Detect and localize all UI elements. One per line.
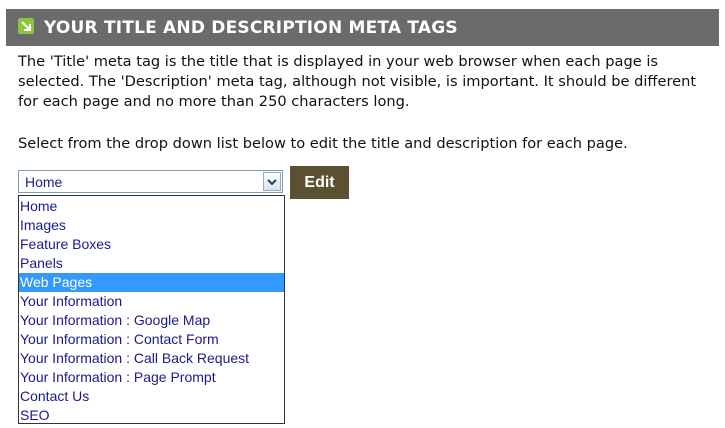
dropdown-option-contact-us[interactable]: Contact Us <box>19 387 284 406</box>
dropdown-option-contact-form[interactable]: Your Information : Contact Form <box>19 330 284 349</box>
dropdown-option-google-map[interactable]: Your Information : Google Map <box>19 311 284 330</box>
page-dropdown-list: Home Images Feature Boxes Panels Web Pag… <box>18 195 285 424</box>
dropdown-option-page-prompt[interactable]: Your Information : Page Prompt <box>19 368 284 387</box>
page-select[interactable]: Home <box>18 170 283 193</box>
chevron-down-icon[interactable] <box>263 172 281 191</box>
dropdown-option-images[interactable]: Images <box>19 216 284 235</box>
instructions-text: Select from the drop down list below to … <box>18 135 628 152</box>
dropdown-option-seo[interactable]: SEO <box>19 406 284 425</box>
page-select-value: Home <box>25 174 63 190</box>
dropdown-option-web-pages[interactable]: Web Pages <box>19 273 284 292</box>
section-header: YOUR TITLE AND DESCRIPTION META TAGS <box>6 9 719 46</box>
page-title: YOUR TITLE AND DESCRIPTION META TAGS <box>44 17 458 38</box>
green-arrow-icon <box>18 17 34 34</box>
dropdown-option-your-information[interactable]: Your Information <box>19 292 284 311</box>
dropdown-option-call-back-request[interactable]: Your Information : Call Back Request <box>19 349 284 368</box>
dropdown-option-feature-boxes[interactable]: Feature Boxes <box>19 235 284 254</box>
intro-text: The 'Title' meta tag is the title that i… <box>18 53 697 110</box>
dropdown-option-panels[interactable]: Panels <box>19 254 284 273</box>
dropdown-option-home[interactable]: Home <box>19 197 284 216</box>
edit-button[interactable]: Edit <box>290 166 349 199</box>
